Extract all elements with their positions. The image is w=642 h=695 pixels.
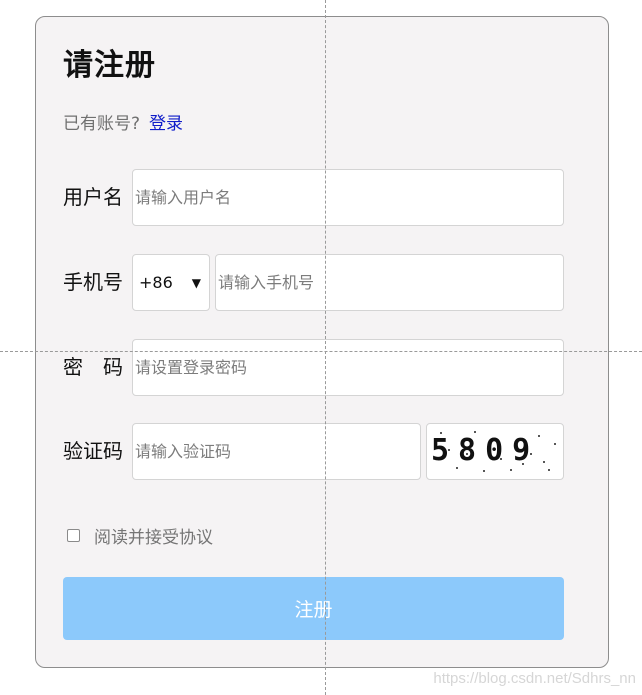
chevron-down-icon: ▼ (191, 275, 201, 290)
login-hint: 已有账号? 登录 (63, 113, 183, 135)
login-link[interactable]: 登录 (149, 114, 183, 134)
agreement-row[interactable]: 阅读并接受协议 (67, 523, 213, 548)
password-input[interactable] (132, 339, 564, 396)
captcha-text: 5809 (431, 433, 539, 468)
username-label: 用户名 (63, 185, 123, 209)
register-button[interactable]: 注册 (63, 577, 564, 640)
captcha-label: 验证码 (63, 439, 123, 463)
register-panel: 请注册 已有账号? 登录 用户名 手机号 +86 ▼ 密 码 验证码 5809 阅… (35, 16, 609, 668)
agreement-checkbox[interactable] (67, 529, 80, 542)
username-input[interactable] (132, 169, 564, 226)
captcha-image[interactable]: 5809 (426, 423, 564, 480)
captcha-noise: 5809 (431, 431, 556, 472)
password-label: 密 码 (63, 355, 123, 379)
watermark: https://blog.csdn.net/Sdhrs_nn (433, 670, 636, 687)
country-code-select[interactable]: +86 ▼ (132, 254, 210, 311)
login-prompt: 已有账号? (63, 114, 141, 134)
agreement-label: 阅读并接受协议 (94, 528, 213, 548)
page-title: 请注册 (63, 48, 156, 83)
captcha-input[interactable] (132, 423, 421, 480)
phone-input[interactable] (215, 254, 564, 311)
country-code-value: +86 (139, 273, 173, 292)
phone-label: 手机号 (63, 270, 123, 294)
